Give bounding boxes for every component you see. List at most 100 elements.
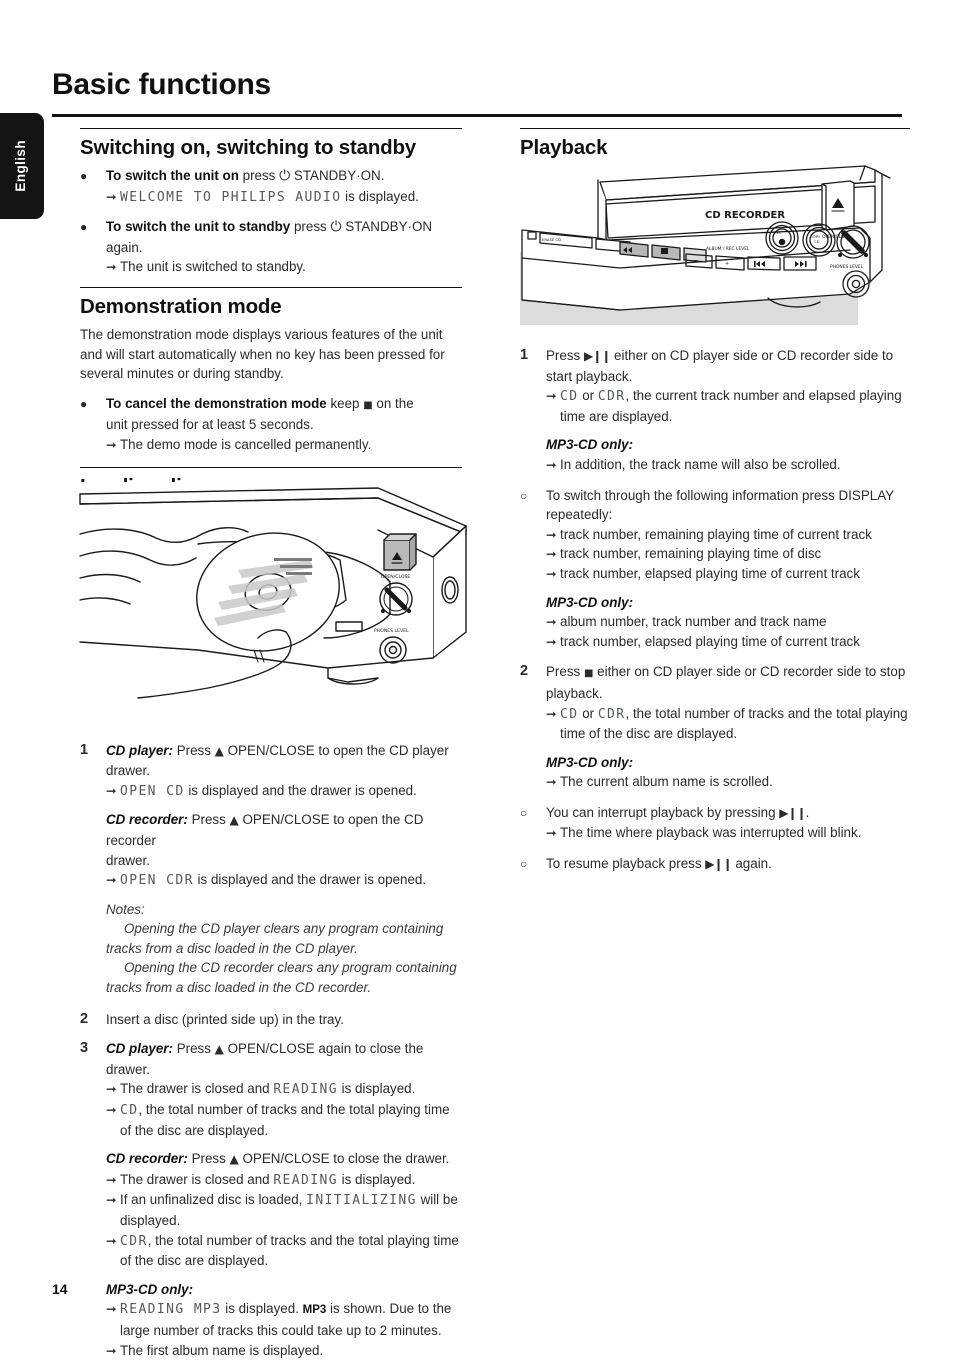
item-lead-bold: To switch the unit on — [106, 168, 239, 183]
item-second-line: again. — [106, 239, 143, 255]
language-tab: English — [0, 113, 44, 219]
list-item: 2 Insert a disc (printed side up) in the… — [80, 1010, 462, 1030]
arrow-right-icon: ➞ — [106, 782, 117, 798]
label-rec: REC — [774, 230, 782, 235]
label-cd: CD — [814, 239, 820, 244]
notes-label: Notes: — [106, 901, 145, 917]
substep-tail: OPEN/CLOSE to close the drawer. — [238, 1151, 450, 1167]
arrow-text: is displayed and the drawer is opened. — [184, 782, 417, 798]
arrow-right-icon: ➞ — [106, 436, 117, 452]
step-number: 1 — [80, 741, 89, 758]
play-pause-icon: ▶❙❙ — [583, 349, 611, 363]
arrow-right-icon: ➞ — [546, 825, 557, 841]
bullet-circle-icon: ○ — [520, 488, 528, 503]
arrow-text: The first album name is displayed. — [120, 1342, 324, 1358]
mp3-subheading: MP3-CD only: — [546, 437, 634, 453]
notes-block: Notes: Opening the CD player clears any … — [106, 900, 462, 998]
play-pause-icon: ▶❙❙ — [705, 857, 732, 872]
title-divider — [52, 114, 902, 117]
step-lead-bold-italic: CD player: — [106, 742, 173, 758]
step-text: Insert a disc (printed side up) in the t… — [106, 1011, 344, 1027]
arrow-right-icon: ➞ — [546, 546, 557, 562]
item-tail: STANDBY·ON — [341, 219, 433, 235]
item-tail: on the — [372, 395, 414, 411]
list-item: 1 Press ▶❙❙ either on CD player side or … — [520, 346, 910, 475]
step-tail: . — [805, 804, 810, 820]
item-text: keep — [326, 395, 360, 411]
list-item: ● To switch the unit to standby press ⏻ … — [80, 217, 462, 277]
label-phones-level: PHONES LEVEL — [374, 628, 409, 634]
label-cd-recorder: CD RECORDER — [705, 210, 785, 221]
arrow-text: track number, elapsed playing time of cu… — [560, 633, 860, 649]
item-lead-bold: To cancel the demonstration mode — [106, 395, 327, 411]
mp3-subheading: MP3-CD only: — [546, 754, 634, 770]
item-text: press — [238, 168, 276, 183]
list-item: 1 CD player: Press ▲ OPEN/CLOSE to open … — [80, 741, 462, 998]
language-tab-label: English — [12, 140, 28, 192]
substep-lead-bold-italic: CD recorder: — [106, 1151, 188, 1167]
step-text: Press — [172, 1041, 211, 1057]
page-title: Basic functions — [52, 68, 271, 101]
arrow-pre-text: The drawer is closed and — [120, 1171, 274, 1187]
lcd-display-text: READING — [273, 1082, 338, 1098]
arrow-mid-text: or — [578, 388, 598, 404]
step-text: You can interrupt playback by pressing — [546, 804, 776, 820]
lcd-display-text: CDR — [120, 1233, 148, 1249]
step-lead-bold-italic: CD player: — [106, 1041, 173, 1057]
arrow-text: track number, remaining playing time of … — [560, 546, 822, 562]
substep-text: Press — [187, 812, 226, 828]
arrow-right-icon: ➞ — [546, 388, 557, 404]
arrow-text: The unit is switched to standby. — [120, 259, 306, 275]
lcd-display-text: READING MP3 — [120, 1302, 222, 1318]
bullet-circle-icon: ○ — [520, 805, 528, 820]
step-number: 1 — [520, 347, 529, 363]
substep-text: Press — [187, 1151, 226, 1167]
power-icon: ⏻ — [330, 219, 342, 236]
bullet-dot-icon: ● — [80, 169, 88, 183]
arrow-text: is displayed. — [337, 1081, 416, 1097]
arrow-right-icon: ➞ — [106, 1102, 117, 1118]
page-number: 14 — [52, 1281, 68, 1297]
heading-switching-on: Switching on, switching to standby — [80, 128, 462, 161]
stop-square-icon: ■ — [363, 399, 373, 411]
lcd-display-text: OPEN CD — [120, 783, 185, 799]
arrow-text: track number, remaining playing time of … — [560, 526, 872, 542]
step-number: 3 — [80, 1040, 89, 1057]
list-item: 3 CD player: Press ▲ OPEN/CLOSE again to… — [80, 1039, 462, 1360]
arrow-right-icon: ➞ — [106, 1342, 117, 1358]
step-tail: again. — [731, 856, 772, 872]
svg-text:+: + — [725, 261, 729, 267]
cd-recorder-panel-illustration: CD RECORDER OPEN/CLOSE ALBUM / REC LEVEL… — [520, 160, 910, 325]
item-second-line: unit pressed for at least 5 seconds. — [106, 417, 314, 433]
bullet-circle-icon: ○ — [520, 857, 528, 872]
arrow-text: The demo mode is cancelled permanently. — [120, 436, 372, 452]
arrow-right-icon: ➞ — [106, 188, 117, 204]
arrow-pre-text: If an unfinalized disc is loaded, — [120, 1192, 307, 1208]
arrow-text: is displayed and the drawer is opened. — [193, 872, 427, 888]
arrow-right-icon: ➞ — [546, 633, 557, 649]
step-tail: either on CD player side or CD recorder … — [546, 664, 906, 701]
list-item: ○ To switch through the following inform… — [520, 486, 910, 652]
list-item: ● To cancel the demonstration mode keep … — [80, 394, 462, 455]
arrow-right-icon: ➞ — [106, 1301, 117, 1317]
loading-disc-illustration: OPEN/CLOSE PHONES LEVEL — [78, 482, 468, 710]
lcd-display-text: CD — [560, 389, 579, 405]
mp3-badge: MP3 — [302, 1304, 327, 1317]
eject-triangle-icon: ▲ — [229, 813, 239, 828]
arrow-mid-text: or — [578, 705, 598, 721]
arrow-text: is displayed. — [221, 1301, 303, 1317]
arrow-right-icon: ➞ — [546, 614, 557, 630]
list-item: 2 Press ■ either on CD player side or CD… — [520, 662, 910, 792]
mp3-subheading: MP3-CD only: — [106, 1281, 194, 1297]
stop-square-icon: ■ — [583, 668, 594, 680]
eject-triangle-icon: ▲ — [214, 743, 224, 758]
label-erase-cd: ERASE CD — [542, 237, 561, 242]
step-number: 2 — [520, 663, 529, 680]
substep-lead-bold-italic: CD recorder: — [106, 812, 188, 828]
heading-demonstration-mode: Demonstration mode — [80, 286, 462, 320]
arrow-right-icon: ➞ — [106, 259, 117, 275]
arrow-text: , the total number of tracks and the tot… — [120, 1102, 450, 1138]
note-line: Opening the CD player clears any program… — [106, 921, 444, 956]
arrow-text: album number, track number and track nam… — [560, 614, 827, 630]
arrow-text: The current album name is scrolled. — [560, 774, 773, 790]
